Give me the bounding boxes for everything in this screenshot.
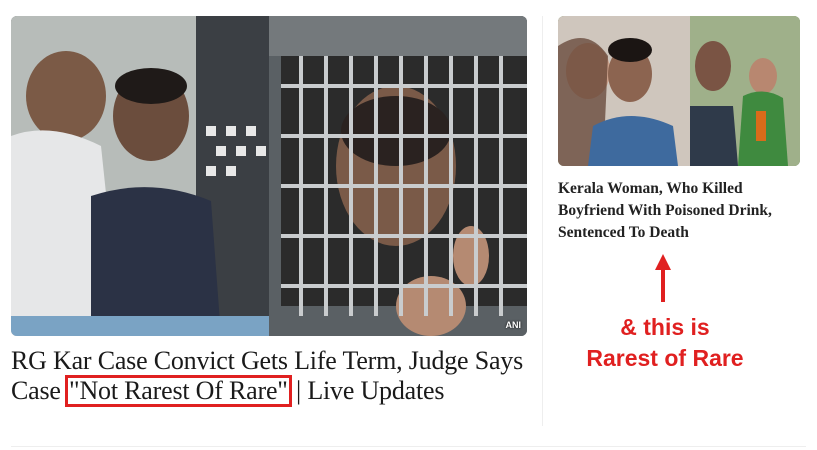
annotation-text: & this is Rarest of Rare: [560, 312, 770, 374]
main-story-image[interactable]: ANI: [11, 16, 527, 336]
headline-highlight-box[interactable]: "Not Rarest Of Rare": [65, 375, 292, 407]
column-divider: [542, 16, 543, 426]
annotation-line-1: & this is: [620, 314, 710, 340]
image-credit-ani: ANI: [505, 320, 522, 330]
annotation-line-2: Rarest of Rare: [586, 345, 744, 371]
headline-text-part2[interactable]: | Live Updates: [290, 376, 444, 405]
bottom-divider: [11, 446, 806, 447]
main-story-headline[interactable]: RG Kar Case Convict Gets Life Term, Judg…: [11, 346, 541, 407]
side-story-headline[interactable]: Kerala Woman, Who Killed Boyfriend With …: [558, 178, 798, 244]
side-story-image[interactable]: [558, 16, 800, 166]
annotation-arrow-icon: [655, 254, 671, 302]
